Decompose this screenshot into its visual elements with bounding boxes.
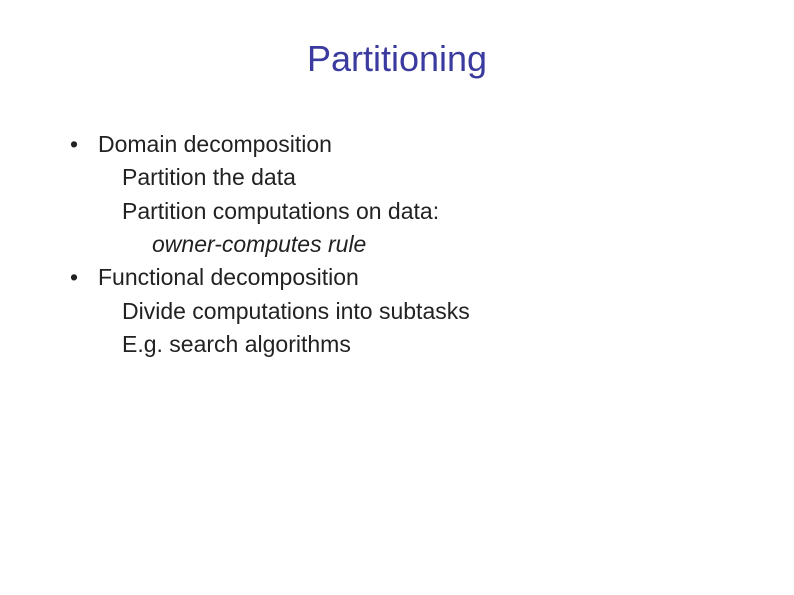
sub-item: E.g. search algorithms (122, 328, 734, 361)
bullet-label: Domain decomposition (98, 128, 734, 161)
bullet-marker: • (70, 261, 98, 294)
bullet-item: • Functional decomposition (70, 261, 734, 294)
bullet-item: • Domain decomposition (70, 128, 734, 161)
sub-item: Partition computations on data: (122, 195, 734, 228)
slide: Partitioning • Domain decomposition Part… (0, 0, 794, 595)
sub-item: Divide computations into subtasks (122, 295, 734, 328)
sub-note: owner-computes rule (152, 228, 734, 261)
bullet-marker: • (70, 128, 98, 161)
slide-body: • Domain decomposition Partition the dat… (60, 128, 734, 361)
bullet-label: Functional decomposition (98, 261, 734, 294)
sub-item: Partition the data (122, 161, 734, 194)
slide-title: Partitioning (60, 38, 734, 80)
